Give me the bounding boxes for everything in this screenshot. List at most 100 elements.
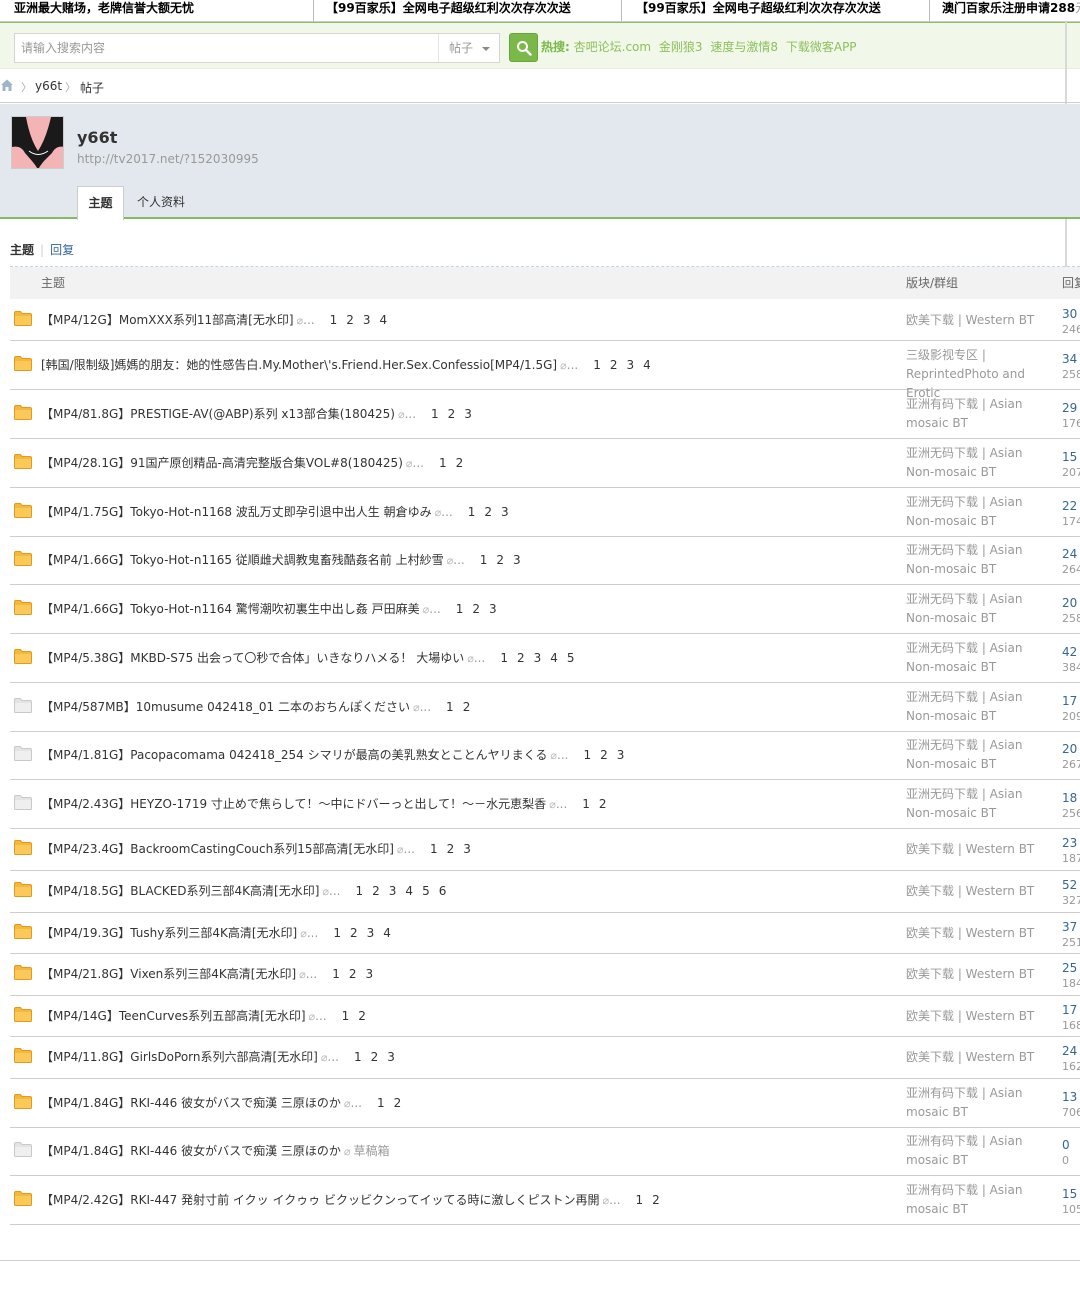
page-link[interactable]: 3	[513, 553, 521, 567]
thread-forum-link[interactable]: 亚洲无码下载 | Asian Non-mosaic BT	[906, 541, 1054, 579]
folder-hot-icon[interactable]	[14, 649, 32, 664]
folder-hot-icon[interactable]	[14, 454, 32, 469]
hot-search-link[interactable]: 速度与激情8	[710, 40, 778, 54]
reply-count[interactable]: 25	[1062, 961, 1077, 975]
reply-count[interactable]: 22	[1062, 499, 1077, 513]
page-link[interactable]: 3	[367, 926, 375, 940]
page-link[interactable]: 4	[550, 651, 558, 665]
page-link[interactable]: 5	[422, 884, 430, 898]
thread-title-link[interactable]: [韩国/限制级]媽媽的朋友：她的性感告白.My.Mother\'s.Friend…	[41, 358, 557, 372]
thread-title-link[interactable]: 【MP4/587MB】10musume 042418_01 二本のおちんぽくださ…	[41, 700, 410, 714]
page-link[interactable]: 3	[387, 1050, 395, 1064]
thread-title-link[interactable]: 【MP4/81.8G】PRESTIGE-AV(@ABP)系列 x13部合集(18…	[41, 407, 395, 421]
thread-forum-link[interactable]: 欧美下载 | Western BT	[906, 311, 1054, 330]
reply-count[interactable]: 17	[1062, 694, 1077, 708]
page-link[interactable]: 4	[643, 358, 651, 372]
page-link[interactable]: 1	[354, 1050, 362, 1064]
folder-hot-icon[interactable]	[14, 1191, 32, 1206]
thread-forum-link[interactable]: 亚洲有码下载 | Asian mosaic BT	[906, 1084, 1054, 1122]
home-icon[interactable]	[0, 78, 14, 92]
reply-count[interactable]: 0	[1062, 1138, 1070, 1152]
thread-title-link[interactable]: 【MP4/1.75G】Tokyo-Hot-n1168 波乱万丈即孕引退中出人生 …	[41, 505, 432, 519]
page-link[interactable]: 2	[349, 967, 357, 981]
thread-forum-link[interactable]: 欧美下载 | Western BT	[906, 1048, 1054, 1067]
banner-link-3[interactable]: 【99百家乐】全网电子超级红利次次存次次送	[636, 0, 930, 21]
reply-count[interactable]: 15	[1062, 1187, 1077, 1201]
reply-count[interactable]: 20	[1062, 596, 1077, 610]
page-link[interactable]: 2	[394, 1096, 402, 1110]
page-link[interactable]: 1	[593, 358, 601, 372]
search-input[interactable]	[15, 34, 438, 62]
page-link[interactable]: 2	[652, 1193, 660, 1207]
folder-hot-icon[interactable]	[14, 924, 32, 939]
page-link[interactable]: 3	[489, 602, 497, 616]
page-link[interactable]: 1	[446, 700, 454, 714]
reply-count[interactable]: 37	[1062, 920, 1077, 934]
folder-hot-icon[interactable]	[14, 311, 32, 326]
reply-count[interactable]: 20	[1062, 742, 1077, 756]
page-link[interactable]: 2	[346, 313, 354, 327]
page-link[interactable]: 3	[363, 313, 371, 327]
thread-title-link[interactable]: 【MP4/5.38G】MKBD-S75 出会って〇秒で合体」いきなりハメる！ 大…	[41, 651, 464, 665]
page-link[interactable]: 2	[372, 884, 380, 898]
page-link[interactable]: 3	[389, 884, 397, 898]
page-link[interactable]: 2	[358, 1009, 366, 1023]
reply-count[interactable]: 30	[1062, 307, 1077, 321]
thread-forum-link[interactable]: 亚洲无码下载 | Asian Non-mosaic BT	[906, 736, 1054, 774]
thread-title-link[interactable]: 【MP4/1.66G】Tokyo-Hot-n1164 驚愕潮吹初裏生中出し姦 戸…	[41, 602, 420, 616]
thread-forum-link[interactable]: 亚洲无码下载 | Asian Non-mosaic BT	[906, 444, 1054, 482]
folder-hot-icon[interactable]	[14, 1007, 32, 1022]
reply-count[interactable]: 18	[1062, 791, 1077, 805]
folder-hot-icon[interactable]	[14, 405, 32, 420]
thread-title-link[interactable]: 【MP4/2.43G】HEYZO-1719 寸止めで焦らして！～中にドバーっと出…	[41, 797, 546, 811]
page-link[interactable]: 1	[430, 842, 438, 856]
folder-icon[interactable]	[14, 746, 32, 761]
page-link[interactable]: 1	[377, 1096, 385, 1110]
page-link[interactable]: 2	[484, 505, 492, 519]
reply-count[interactable]: 13	[1062, 1090, 1077, 1104]
page-link[interactable]: 2	[448, 407, 456, 421]
page-link[interactable]: 1	[500, 651, 508, 665]
page-link[interactable]: 3	[463, 842, 471, 856]
folder-hot-icon[interactable]	[14, 356, 32, 371]
page-link[interactable]: 1	[356, 884, 364, 898]
page-link[interactable]: 2	[350, 926, 358, 940]
reply-count[interactable]: 23	[1062, 836, 1077, 850]
reply-count[interactable]: 17	[1062, 1003, 1077, 1017]
thread-forum-link[interactable]: 欧美下载 | Western BT	[906, 965, 1054, 984]
thread-title-link[interactable]: 【MP4/12G】MomXXX系列11部高清[无水印]	[41, 313, 294, 327]
thread-title-link[interactable]: 【MP4/21.8G】Vixen系列三部4K高清[无水印]	[41, 967, 296, 981]
page-link[interactable]: 2	[600, 748, 608, 762]
page-link[interactable]: 3	[626, 358, 634, 372]
hot-search-link[interactable]: 杏吧论坛.com	[574, 40, 651, 54]
reply-count[interactable]: 15	[1062, 450, 1077, 464]
page-link[interactable]: 1	[480, 553, 488, 567]
page-link[interactable]: 5	[567, 651, 575, 665]
page-link[interactable]: 1	[439, 456, 447, 470]
banner-link-4[interactable]: 澳门百家乐注册申请288元	[942, 0, 1080, 21]
page-link[interactable]: 1	[333, 926, 341, 940]
folder-hot-icon[interactable]	[14, 882, 32, 897]
page-link[interactable]: 2	[371, 1050, 379, 1064]
thread-title-link[interactable]: 【MP4/28.1G】91国产原创精品-高清完整版合集VOL#8(180425)	[41, 456, 403, 470]
folder-icon[interactable]	[14, 795, 32, 810]
thread-forum-link[interactable]: 亚洲无码下载 | Asian Non-mosaic BT	[906, 590, 1054, 628]
folder-hot-icon[interactable]	[14, 1048, 32, 1063]
thread-forum-link[interactable]: 亚洲无码下载 | Asian Non-mosaic BT	[906, 493, 1054, 531]
folder-hot-icon[interactable]	[14, 551, 32, 566]
reply-count[interactable]: 29	[1062, 401, 1077, 415]
thread-forum-link[interactable]: 亚洲无码下载 | Asian Non-mosaic BT	[906, 785, 1054, 823]
thread-title-link[interactable]: 【MP4/1.84G】RKI-446 彼女がバスで痴漢 三原ほのか	[41, 1096, 341, 1110]
page-link[interactable]: 2	[517, 651, 525, 665]
page-link[interactable]: 2	[463, 700, 471, 714]
folder-hot-icon[interactable]	[14, 840, 32, 855]
thread-forum-link[interactable]: 亚洲无码下载 | Asian Non-mosaic BT	[906, 688, 1054, 726]
reply-count[interactable]: 52	[1062, 878, 1077, 892]
page-link[interactable]: 2	[610, 358, 618, 372]
thread-forum-link[interactable]: 亚洲有码下载 | Asian mosaic BT	[906, 1132, 1054, 1170]
subtab-topics[interactable]: 主题	[10, 243, 34, 257]
page-link[interactable]: 4	[405, 884, 413, 898]
page-link[interactable]: 4	[380, 313, 388, 327]
hot-search-link[interactable]: 下载微客APP	[786, 40, 857, 54]
page-link[interactable]: 2	[599, 797, 607, 811]
